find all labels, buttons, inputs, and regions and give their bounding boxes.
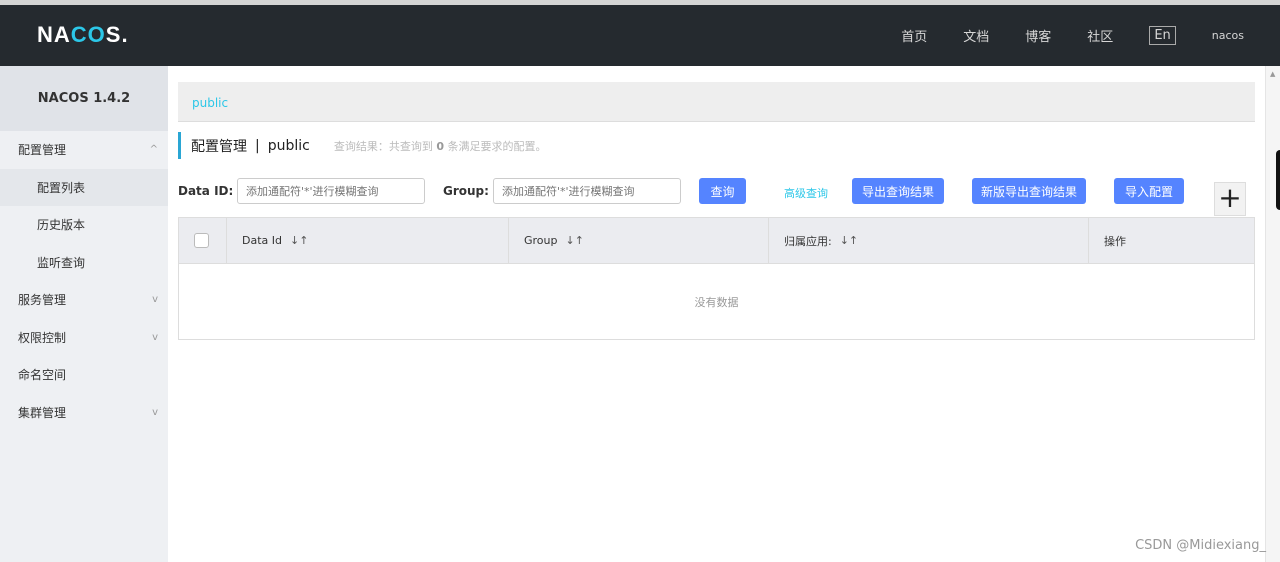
title-separator: |	[255, 137, 260, 154]
column-data-id[interactable]: Data Id ↓↑	[227, 218, 509, 263]
nacos-logo[interactable]: NACOS.	[37, 22, 129, 48]
chevron-down-icon: v	[152, 331, 158, 343]
side-widget[interactable]	[1276, 150, 1280, 210]
data-id-label: Data ID:	[178, 184, 234, 198]
sidebar-item-label: 命名空间	[18, 368, 67, 383]
namespace-public-link[interactable]: public	[192, 96, 228, 110]
add-config-button[interactable]: +	[1214, 182, 1246, 216]
chevron-down-icon: v	[152, 406, 158, 418]
sidebar-item-namespace[interactable]: 命名空间	[0, 356, 168, 394]
chevron-up-icon: ^	[149, 144, 158, 156]
sidebar-item-service-management[interactable]: 服务管理 v	[0, 281, 168, 319]
data-id-input[interactable]	[237, 178, 425, 204]
select-all-cell	[179, 218, 227, 263]
namespace-breadcrumb: public	[178, 82, 1255, 122]
chevron-down-icon: v	[152, 294, 158, 306]
nav-blog[interactable]: 博客	[1025, 26, 1051, 45]
filter-bar: Data ID: Group: 查询 高级查询 导出查询结果 新版导出查询结果 …	[178, 178, 1248, 204]
user-menu[interactable]: nacos	[1212, 29, 1244, 42]
watermark: CSDN @Midiexiang_	[1135, 538, 1266, 553]
sidebar-item-cluster-management[interactable]: 集群管理 v	[0, 394, 168, 432]
table-header: Data Id ↓↑ Group ↓↑ 归属应用: ↓↑ 操作	[179, 218, 1254, 264]
column-actions: 操作	[1104, 234, 1126, 248]
new-export-results-button[interactable]: 新版导出查询结果	[972, 178, 1086, 204]
sidebar-item-label: 配置管理	[18, 143, 67, 158]
sidebar-item-label: 历史版本	[37, 218, 86, 233]
export-results-button[interactable]: 导出查询结果	[852, 178, 944, 204]
sidebar-item-access-control[interactable]: 权限控制 v	[0, 319, 168, 357]
select-all-checkbox[interactable]	[194, 233, 209, 248]
nav-community[interactable]: 社区	[1087, 26, 1113, 45]
nav-docs[interactable]: 文档	[963, 26, 989, 45]
column-group[interactable]: Group ↓↑	[509, 218, 769, 263]
scrollbar[interactable]: ▲	[1265, 66, 1280, 562]
sort-icon[interactable]: ↓↑	[840, 234, 858, 247]
query-result-text: 查询结果：共查询到 0 条满足要求的配置。	[333, 139, 547, 153]
group-input[interactable]	[493, 178, 681, 204]
sort-icon[interactable]: ↓↑	[566, 234, 584, 247]
query-button[interactable]: 查询	[699, 178, 746, 204]
sidebar-item-label: 配置列表	[37, 180, 86, 195]
import-config-button[interactable]: 导入配置	[1114, 178, 1184, 204]
sidebar-item-config-management[interactable]: 配置管理 ^	[0, 131, 168, 169]
language-toggle[interactable]: En	[1149, 26, 1176, 45]
advanced-query-link[interactable]: 高级查询	[784, 185, 828, 201]
sidebar-item-label: 权限控制	[18, 330, 67, 345]
sidebar-item-listener-query[interactable]: 监听查询	[0, 244, 168, 282]
config-table: Data Id ↓↑ Group ↓↑ 归属应用: ↓↑ 操作 没有数据	[178, 217, 1255, 340]
page-title-text: 配置管理	[191, 138, 247, 155]
empty-message: 没有数据	[694, 296, 739, 309]
top-nav: 首页 文档 博客 社区 En nacos	[865, 5, 1244, 66]
column-app[interactable]: 归属应用: ↓↑	[769, 218, 1089, 263]
nav-home[interactable]: 首页	[901, 26, 927, 45]
sidebar-item-label: 服务管理	[18, 293, 67, 308]
namespace-name: public	[267, 137, 310, 154]
sort-icon[interactable]: ↓↑	[290, 234, 308, 247]
top-header: NACOS. 首页 文档 博客 社区 En nacos	[0, 5, 1280, 66]
sidebar-item-config-list[interactable]: 配置列表	[0, 168, 168, 206]
group-label: Group:	[443, 184, 489, 198]
sidebar-item-history[interactable]: 历史版本	[0, 206, 168, 244]
sidebar-title: NACOS 1.4.2	[0, 66, 168, 131]
sidebar: NACOS 1.4.2 配置管理 ^ 配置列表 历史版本 监听查询 服务管理 v 权…	[0, 66, 168, 562]
page-title: 配置管理 | public 查询结果：共查询到 0 条满足要求的配置。	[178, 132, 547, 159]
scroll-up-arrow-icon[interactable]: ▲	[1270, 70, 1275, 78]
sidebar-item-label: 监听查询	[37, 255, 86, 270]
sidebar-item-label: 集群管理	[18, 405, 67, 420]
